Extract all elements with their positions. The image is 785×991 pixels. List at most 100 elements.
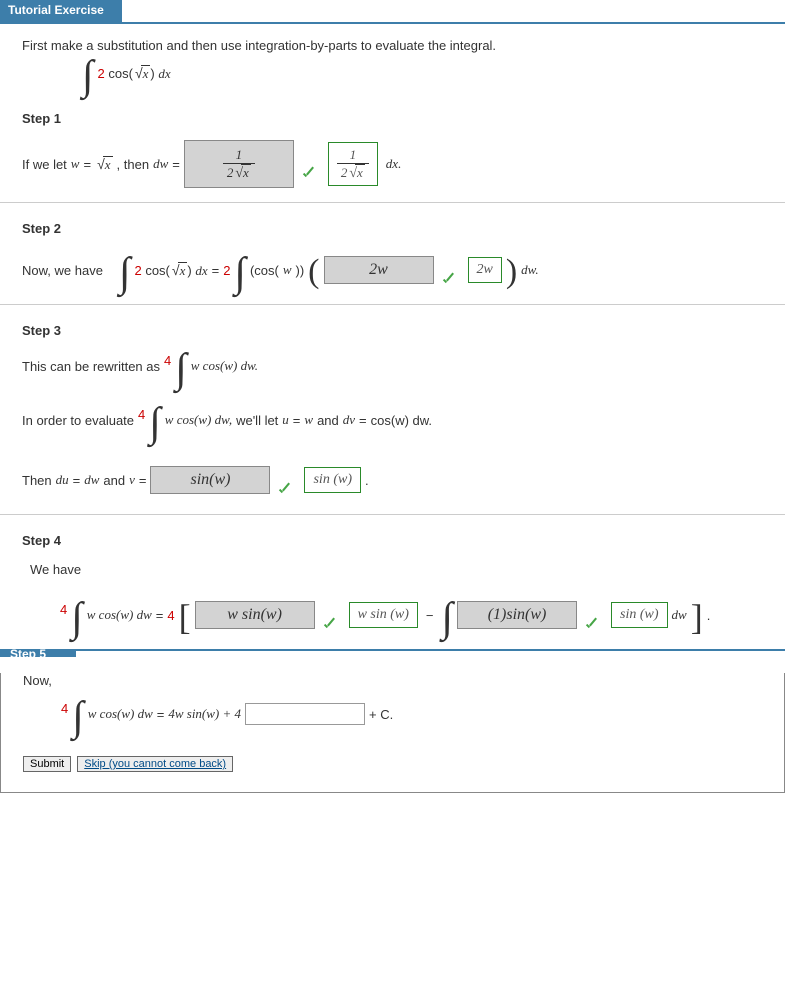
prompt-text: First make a substitution and then use i… xyxy=(22,38,763,53)
step3-coeff-b: 4 xyxy=(138,407,145,422)
minus-sign: − xyxy=(426,608,434,623)
step5-box: Now, 4 ∫ w cos(w) dw = 4w sin(w) + 4 + C… xyxy=(0,673,785,793)
step3-text1: This can be rewritten as xyxy=(22,359,160,374)
step2-section: Step 2 Now, we have ∫ 2 cos(x) dx = 2 ∫ … xyxy=(0,221,785,305)
step3-expr-b: w cos(w) dw, xyxy=(165,412,232,428)
step4-feedback1-box: w sin (w) xyxy=(349,602,418,628)
step3-section: Step 3 This can be rewritten as 4 ∫ w co… xyxy=(0,323,785,515)
step5-plus-c: + C. xyxy=(369,707,393,722)
step3-w: w xyxy=(304,412,313,428)
step1-dw: dw xyxy=(153,156,168,172)
integral-icon: ∫ xyxy=(82,62,94,90)
integral-icon: ∫ xyxy=(234,259,246,287)
prompt-cos: cos( xyxy=(108,66,133,81)
step5-coeff: 4 xyxy=(61,701,68,716)
step2-dx: dx xyxy=(195,263,207,278)
step5-wrap: Step 5 Now, 4 ∫ w cos(w) dw = 4w sin(w) … xyxy=(0,649,785,793)
step3-answer-box[interactable]: sin(w) xyxy=(150,466,270,494)
prompt-integral: ∫ 2 cos(x) dx xyxy=(82,59,763,87)
sqrt-x: x xyxy=(133,65,150,82)
step3-coeff-a: 4 xyxy=(164,353,171,368)
integral-icon: ∫ xyxy=(149,409,161,437)
check-icon xyxy=(276,482,294,500)
step3-text2a: In order to evaluate xyxy=(22,413,134,428)
step1-title: Step 1 xyxy=(22,111,785,126)
step3-feedback-box: sin (w) xyxy=(304,467,361,493)
check-icon xyxy=(321,617,339,635)
tutorial-header: Tutorial Exercise xyxy=(0,0,122,22)
lbracket-icon: [ xyxy=(179,603,191,631)
step3-text2b: we'll let xyxy=(236,413,278,428)
step3-then: Then xyxy=(22,473,52,488)
step4-title: Step 4 xyxy=(22,533,785,548)
check-icon xyxy=(300,166,318,184)
prompt-dx: dx xyxy=(158,66,170,81)
check-icon xyxy=(440,272,458,290)
step5-input[interactable] xyxy=(245,703,365,725)
step5-buttons: Submit Skip (you cannot come back) xyxy=(23,756,784,772)
step1-section: Step 1 If we let w = x , then dw = 1 2x … xyxy=(0,111,785,203)
step4-line: 4 ∫ w cos(w) dw = 4 [ w sin(w) w sin (w)… xyxy=(60,595,785,635)
step4-section: Step 4 We have 4 ∫ w cos(w) dw = 4 [ w s… xyxy=(0,533,785,635)
step4-lhs: w cos(w) dw xyxy=(87,607,152,623)
step3-check xyxy=(276,460,294,500)
step1-eq1: = xyxy=(83,157,91,172)
step2-cos: cos( xyxy=(145,263,170,278)
step2-line: Now, we have ∫ 2 cos(x) dx = 2 ∫ (cos(w)… xyxy=(22,250,785,290)
step4-wehave: We have xyxy=(30,562,785,577)
step2-eq: = xyxy=(212,263,220,278)
step3-line3: Then du = dw and v = sin(w) sin (w) . xyxy=(22,460,785,500)
step4-check2 xyxy=(583,595,601,635)
step1-then: , then xyxy=(117,157,150,172)
step2-coeff2: 2 xyxy=(223,263,230,278)
step1-answer-frac: 1 2x xyxy=(223,147,255,182)
step4-feedback2-box: sin (w) xyxy=(611,602,668,628)
step3-expr-a: w cos(w) dw. xyxy=(191,358,258,374)
step4-answer2-box[interactable]: (1)sin(w) xyxy=(457,601,577,629)
step3-title: Step 3 xyxy=(22,323,785,338)
step1-eq2: = xyxy=(172,157,180,172)
step3-v: v xyxy=(129,472,135,488)
step5-title: Step 5 xyxy=(0,651,76,657)
step4-coeff2: 4 xyxy=(167,608,174,623)
integral-icon: ∫ xyxy=(442,604,454,632)
step5-rhs-a: 4w sin(w) + 4 xyxy=(168,706,241,722)
step2-title: Step 2 xyxy=(22,221,785,236)
step2-coeff1: 2 xyxy=(134,263,141,278)
prompt-section: First make a substitution and then use i… xyxy=(0,24,785,93)
tutorial-header-row: Tutorial Exercise xyxy=(0,0,785,24)
step3-line2: In order to evaluate 4 ∫ w cos(w) dw, we… xyxy=(22,406,785,434)
step2-dw: dw. xyxy=(521,262,538,278)
step5-line: 4 ∫ w cos(w) dw = 4w sin(w) + 4 + C. xyxy=(61,700,784,728)
skip-button[interactable]: Skip (you cannot come back) xyxy=(77,756,233,772)
step3-dweq: dw xyxy=(84,472,99,488)
step1-w: w xyxy=(71,156,80,172)
integral-icon: ∫ xyxy=(71,604,83,632)
step3-line1: This can be rewritten as 4 ∫ w cos(w) dw… xyxy=(22,352,785,380)
step2-sqrt: x xyxy=(170,262,187,279)
rparen-icon: ) xyxy=(506,260,517,284)
step2-check xyxy=(440,250,458,290)
integral-icon: ∫ xyxy=(72,703,84,731)
step1-sqrt: x xyxy=(95,156,112,173)
check-icon xyxy=(583,617,601,635)
step4-answer1-box[interactable]: w sin(w) xyxy=(195,601,315,629)
step2-feedback-box: 2w xyxy=(468,257,502,283)
integral-icon: ∫ xyxy=(175,355,187,383)
step1-line: If we let w = x , then dw = 1 2x 1 2x dx… xyxy=(22,140,785,188)
step3-u: u xyxy=(282,412,289,428)
submit-button[interactable]: Submit xyxy=(23,756,71,772)
step1-dx: dx. xyxy=(386,156,402,172)
step4-check1 xyxy=(321,595,339,635)
step1-pre: If we let xyxy=(22,157,67,172)
lparen-icon: ( xyxy=(308,260,319,284)
prompt-coeff: 2 xyxy=(98,66,105,81)
step1-check xyxy=(300,144,318,184)
step1-answer-box[interactable]: 1 2x xyxy=(184,140,294,188)
step3-coswdw: cos(w) dw. xyxy=(371,413,432,428)
step5-lhs: w cos(w) dw xyxy=(88,706,153,722)
rbracket-icon: ] xyxy=(691,603,703,631)
integral-icon: ∫ xyxy=(119,259,131,287)
step2-pre: Now, we have xyxy=(22,263,103,278)
step2-answer-box[interactable]: 2w xyxy=(324,256,434,284)
